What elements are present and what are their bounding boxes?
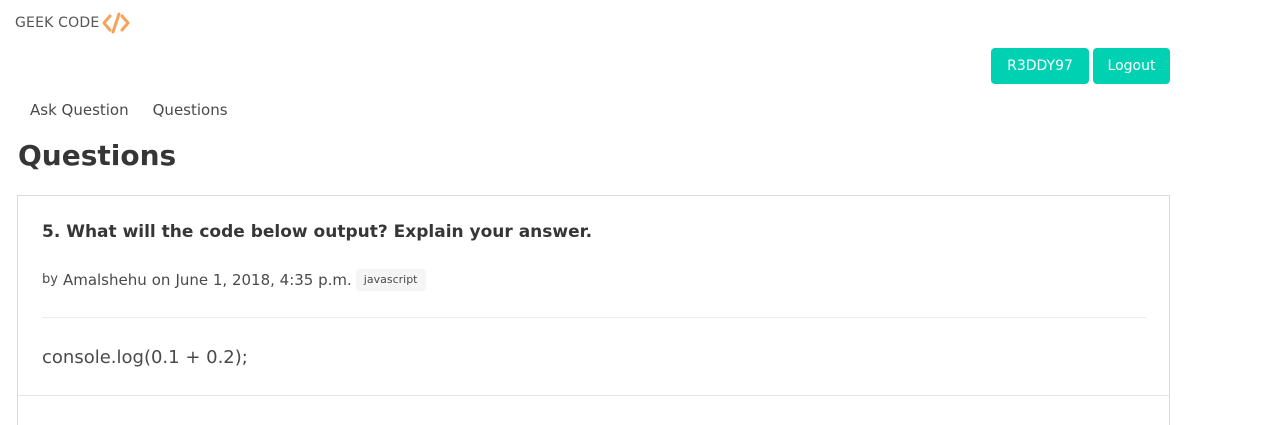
- question-date: June 1, 2018, 4:35 p.m.: [175, 271, 352, 289]
- tag-javascript[interactable]: javascript: [355, 269, 426, 291]
- page-title: Questions: [18, 139, 177, 172]
- main-nav: Ask Question Questions: [30, 100, 228, 120]
- by-label: by: [42, 272, 58, 287]
- nav-ask-question[interactable]: Ask Question: [30, 100, 129, 120]
- card-section-divider: [18, 395, 1169, 396]
- question-body: console.log(0.1 + 0.2);: [42, 347, 248, 368]
- username-button[interactable]: R3DDY97: [991, 48, 1089, 84]
- on-label: on: [151, 271, 171, 289]
- logout-button[interactable]: Logout: [1093, 48, 1170, 84]
- question-card: 5. What will the code below output? Expl…: [17, 195, 1170, 425]
- nav-questions[interactable]: Questions: [153, 100, 228, 120]
- question-author[interactable]: Amalshehu: [63, 268, 147, 292]
- brand-name: GEEK CODE: [15, 15, 100, 31]
- brand-link[interactable]: GEEK CODE: [15, 11, 131, 35]
- code-brackets-icon: [101, 12, 131, 34]
- meta-divider: [42, 317, 1146, 318]
- user-actions: R3DDY97 Logout: [991, 48, 1170, 84]
- question-meta: by Amalshehu on June 1, 2018, 4:35 p.m. …: [42, 268, 426, 292]
- question-title[interactable]: 5. What will the code below output? Expl…: [42, 219, 592, 245]
